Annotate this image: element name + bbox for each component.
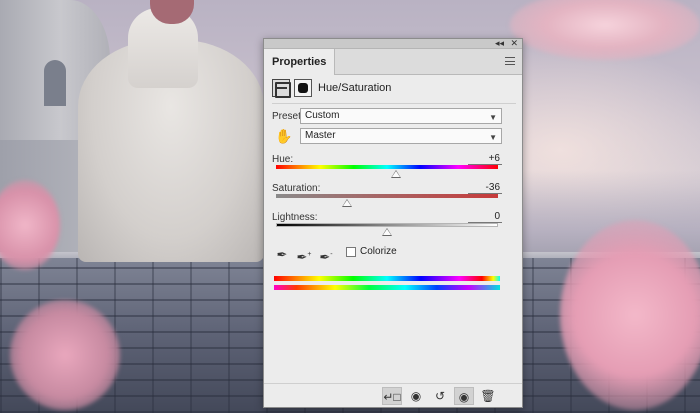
trash-icon[interactable]: 🗑: [478, 387, 498, 405]
hand-icon[interactable]: ✋: [275, 127, 293, 145]
lightness-value-field[interactable]: 0: [468, 211, 502, 223]
preset-label: Preset:: [272, 111, 304, 122]
tab-bar: Properties: [264, 49, 522, 75]
menu-icon[interactable]: [505, 57, 515, 65]
saturation-slider-track[interactable]: [276, 194, 498, 198]
colorize-checkbox[interactable]: [346, 247, 356, 257]
mask-icon[interactable]: [294, 79, 312, 97]
tower-window: [44, 60, 66, 106]
tab-properties[interactable]: Properties: [264, 49, 336, 75]
adjustment-title: Hue/Saturation: [318, 82, 392, 94]
colorize-label: Colorize: [360, 246, 397, 257]
panel-title-bar[interactable]: ◂◂ ✕: [264, 37, 522, 49]
hue-label: Hue:: [272, 154, 294, 165]
adjustment-layer-icon[interactable]: [272, 79, 291, 98]
hue-slider-track[interactable]: [276, 165, 498, 169]
output-color-bar: [274, 285, 500, 290]
adjustment-header: Hue/Saturation: [272, 79, 514, 101]
saturation-slider-thumb[interactable]: [342, 199, 353, 207]
view-previous-icon[interactable]: ◉: [406, 387, 426, 405]
preset-value: Custom: [305, 110, 340, 121]
saturation-value-field[interactable]: -36: [468, 182, 502, 194]
blossom-right: [560, 220, 700, 410]
preset-select[interactable]: Custom ▼: [300, 108, 502, 124]
clip-to-layer-icon[interactable]: ↵□: [382, 387, 402, 405]
header-divider: [272, 103, 516, 104]
hue-slider-thumb[interactable]: [390, 170, 401, 178]
chevron-down-icon: ▼: [489, 113, 497, 122]
reset-icon[interactable]: ↺: [430, 387, 450, 405]
channel-select[interactable]: Master ▼: [300, 128, 502, 144]
visibility-eye-icon[interactable]: ◉: [454, 387, 474, 405]
blossom-left-bottom: [10, 300, 120, 410]
channel-value: Master: [305, 130, 336, 141]
input-color-bar: [274, 276, 500, 281]
lightness-slider-thumb[interactable]: [382, 228, 392, 236]
eyedropper-icon[interactable]: ✒: [274, 247, 290, 263]
eyedropper-plus-icon[interactable]: ✒+: [296, 247, 312, 264]
panel-bottom-toolbar: ↵□ ◉ ↺ ◉ 🗑: [264, 383, 522, 407]
collapse-icon[interactable]: ◂◂: [495, 37, 504, 49]
lightness-slider-track[interactable]: [276, 223, 498, 227]
eyedropper-minus-icon[interactable]: ✒-: [318, 247, 334, 264]
saturation-label: Saturation:: [272, 183, 321, 194]
close-icon[interactable]: ✕: [510, 37, 518, 49]
properties-panel: ◂◂ ✕ Properties Hue/Saturation Preset: C…: [263, 38, 523, 408]
hue-value-field[interactable]: +6: [468, 153, 502, 165]
lightness-label: Lightness:: [272, 212, 318, 223]
chevron-down-icon: ▼: [489, 133, 497, 142]
